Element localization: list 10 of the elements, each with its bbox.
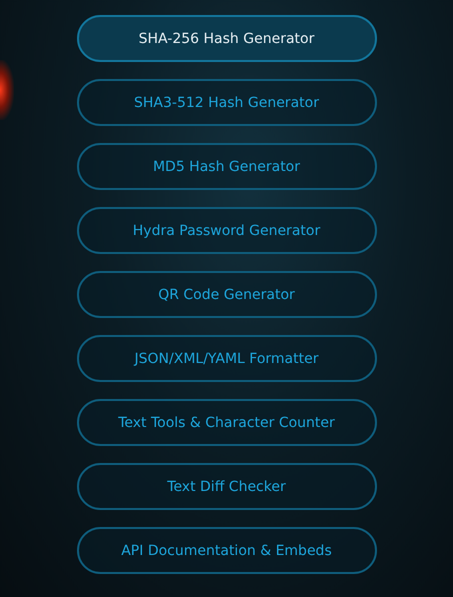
- menu-button[interactable]: Text Tools & Character Counter: [76, 399, 376, 446]
- menu-button[interactable]: SHA3-512 Hash Generator: [76, 79, 376, 126]
- menu-button[interactable]: QR Code Generator: [76, 271, 376, 318]
- menu-button[interactable]: MD5 Hash Generator: [76, 143, 376, 190]
- menu-button[interactable]: SHA-256 Hash Generator: [76, 15, 376, 62]
- menu-button[interactable]: JSON/XML/YAML Formatter: [76, 335, 376, 382]
- menu-button[interactable]: Hydra Password Generator: [76, 207, 376, 254]
- glow-drawing: [0, 60, 14, 120]
- menu-button[interactable]: Text Diff Checker: [76, 463, 376, 510]
- menu-button[interactable]: API Documentation & Embeds: [76, 527, 376, 574]
